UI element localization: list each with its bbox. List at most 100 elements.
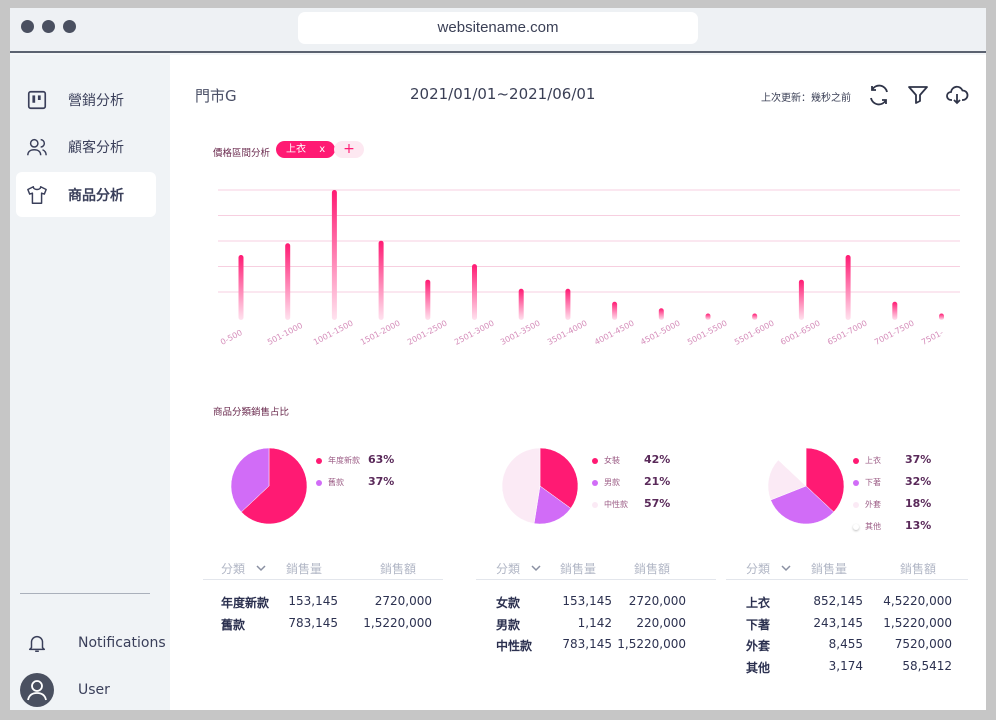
legend-label: 舊款 xyxy=(328,478,344,487)
category-filter-chip[interactable]: 上衣 x xyxy=(276,141,336,158)
legend-percent: 63% xyxy=(368,453,395,466)
category-column-header[interactable]: 分類 xyxy=(496,560,520,577)
legend-label: 年度新款 xyxy=(328,456,360,465)
pie-legend-item: 外套 xyxy=(853,499,881,510)
chart-bar[interactable] xyxy=(892,301,898,320)
sidebar: 營銷分析 顧客分析 商品分析 Notifications User xyxy=(10,55,170,710)
chart-bar[interactable] xyxy=(705,313,711,321)
category-column-header[interactable]: 分類 xyxy=(746,560,770,577)
category-cell: 其他 xyxy=(746,660,771,675)
chart-bar[interactable] xyxy=(518,288,524,320)
notifications-label: Notifications xyxy=(78,635,166,651)
chart-bar[interactable] xyxy=(472,264,477,320)
category-pie-chart xyxy=(767,447,845,525)
table-header-divider xyxy=(203,579,443,580)
chip-close-icon[interactable]: x xyxy=(319,144,325,155)
legend-percent: 13% xyxy=(905,519,932,532)
sidebar-divider xyxy=(20,593,150,594)
chart-bar[interactable] xyxy=(331,190,337,320)
sidebar-item-label: 顧客分析 xyxy=(68,139,124,156)
legend-percent: 57% xyxy=(644,497,671,510)
category-cell: 舊款 xyxy=(221,617,246,632)
chevron-down-icon[interactable] xyxy=(255,562,267,574)
sales-qty-cell: 783,145 xyxy=(562,637,612,651)
table-column-header: 銷售量 xyxy=(560,562,597,576)
sales-qty-cell: 153,145 xyxy=(562,594,612,608)
sales-amount-cell: 7520,000 xyxy=(894,637,952,651)
sales-amount-cell: 4,5220,000 xyxy=(883,594,952,608)
sales-qty-cell: 3,174 xyxy=(828,658,863,673)
refresh-icon[interactable] xyxy=(867,83,891,107)
category-cell: 年度新款 xyxy=(221,596,270,610)
chart-bar[interactable] xyxy=(612,301,618,320)
user-label: User xyxy=(78,682,110,698)
chevron-down-icon[interactable] xyxy=(780,562,792,574)
filter-icon[interactable] xyxy=(906,83,930,107)
legend-swatch xyxy=(592,457,598,464)
notifications-link[interactable]: Notifications xyxy=(20,632,166,654)
chart-bar[interactable] xyxy=(658,308,664,320)
users-icon xyxy=(27,138,47,155)
browser-titlebar: websitename.com xyxy=(10,8,986,53)
window-close-dot[interactable] xyxy=(21,20,34,33)
chart-bar[interactable] xyxy=(565,288,571,320)
category-pie-chart xyxy=(501,447,579,525)
category-cell: 中性款 xyxy=(496,639,533,653)
table-column-header: 銷售量 xyxy=(286,562,323,576)
sales-amount-cell: 1,5220,000 xyxy=(617,637,686,651)
chart-bar[interactable] xyxy=(238,255,244,320)
sidebar-item-marketing[interactable]: 營銷分析 xyxy=(16,77,156,122)
sales-qty-cell: 8,455 xyxy=(828,637,863,651)
add-filter-button[interactable]: + xyxy=(334,141,364,158)
chart-bar[interactable] xyxy=(798,279,804,320)
chart-bar[interactable] xyxy=(425,279,431,320)
pie-legend-item: 中性款 xyxy=(592,499,628,510)
chart-bar[interactable] xyxy=(285,243,291,320)
category-column-header[interactable]: 分類 xyxy=(221,560,245,577)
category-share-title: 商品分類銷售占比 xyxy=(213,407,290,418)
legend-label: 女裝 xyxy=(604,456,620,465)
table-header-divider xyxy=(726,579,968,580)
sidebar-item-customers[interactable]: 顧客分析 xyxy=(16,124,156,169)
sales-amount-cell: 2720,000 xyxy=(374,594,432,608)
chevron-down-icon[interactable] xyxy=(530,562,542,574)
legend-percent: 42% xyxy=(644,453,671,466)
window-minimize-dot[interactable] xyxy=(42,20,55,33)
legend-percent: 37% xyxy=(905,453,932,466)
main-panel: 門市G 2021/01/01~2021/06/01 上次更新：幾秒之前 價格區間… xyxy=(170,55,986,710)
sales-qty-cell: 783,145 xyxy=(288,615,338,630)
table-column-header: 銷售量 xyxy=(811,562,848,576)
pie-legend-item: 上衣 xyxy=(853,455,881,466)
category-cell: 女款 xyxy=(496,596,521,610)
legend-percent: 37% xyxy=(368,475,395,488)
category-pie-chart xyxy=(230,447,308,525)
pie-slice[interactable] xyxy=(501,447,541,524)
price-range-bar-chart xyxy=(218,189,960,321)
table-header-divider xyxy=(476,579,716,580)
sales-amount-cell: 58,5412 xyxy=(902,658,952,673)
legend-percent: 21% xyxy=(644,475,671,488)
legend-label: 中性款 xyxy=(604,500,628,509)
table-column-header: 銷售額 xyxy=(634,562,671,576)
sidebar-item-label: 營銷分析 xyxy=(68,92,124,109)
avatar xyxy=(20,673,54,707)
sidebar-item-products[interactable]: 商品分析 xyxy=(16,172,156,217)
date-range[interactable]: 2021/01/01~2021/06/01 xyxy=(410,85,595,103)
user-menu[interactable]: User xyxy=(20,673,110,707)
bar-x-tick-label: 0-500 xyxy=(219,328,244,347)
chart-bar[interactable] xyxy=(752,313,758,321)
sales-qty-cell: 153,145 xyxy=(288,594,338,608)
last-updated-text: 上次更新：幾秒之前 xyxy=(761,93,851,104)
cloud-download-icon[interactable] xyxy=(945,83,969,107)
window-maximize-dot[interactable] xyxy=(63,20,76,33)
legend-swatch xyxy=(853,501,859,508)
chart-bar[interactable] xyxy=(939,313,944,321)
legend-percent: 32% xyxy=(905,475,932,488)
bell-icon xyxy=(28,635,46,652)
chart-bar[interactable] xyxy=(378,240,384,320)
chart-bar[interactable] xyxy=(845,255,851,320)
pie-legend-item: 年度新款 xyxy=(316,455,360,466)
category-cell: 下著 xyxy=(746,617,771,632)
url-bar[interactable]: websitename.com xyxy=(298,12,698,44)
category-cell: 外套 xyxy=(746,639,771,653)
